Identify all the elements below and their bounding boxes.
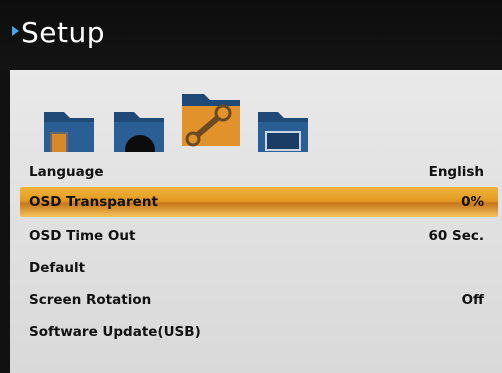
sound-folder-icon[interactable] — [114, 112, 164, 152]
menu-row-osd-time-out[interactable]: OSD Time Out 60 Sec. — [20, 221, 498, 251]
menu-row-language[interactable]: Language English — [20, 157, 498, 187]
menu-row-label: OSD Transparent — [29, 194, 158, 210]
setup-folder-icon[interactable] — [182, 94, 240, 147]
menu-row-value: 0% — [461, 194, 484, 210]
menu-row-value: Off — [461, 292, 484, 308]
picture-folder-icon[interactable] — [44, 112, 94, 152]
menu-row-label: Language — [29, 164, 104, 180]
menu-row-screen-rotation[interactable]: Screen Rotation Off — [20, 285, 498, 315]
menu-row-label: Software Update(USB) — [29, 324, 201, 340]
menu-row-label: Default — [29, 260, 86, 276]
menu-row-value: 60 Sec. — [428, 228, 485, 244]
page-title: Setup — [21, 16, 105, 49]
menu-row-value: English — [428, 164, 484, 180]
menu-row-software-update[interactable]: Software Update(USB) — [20, 317, 498, 347]
category-tabs — [44, 94, 308, 152]
menu-row-osd-transparent[interactable]: OSD Transparent 0% — [20, 187, 498, 217]
screen-folder-icon[interactable] — [258, 112, 308, 152]
menu-row-label: OSD Time Out — [29, 228, 136, 244]
title-bar: Setup — [0, 0, 502, 70]
title-marker-icon — [12, 26, 19, 36]
menu-row-label: Screen Rotation — [29, 292, 152, 308]
panel-edge — [0, 70, 10, 373]
settings-list: Language English OSD Transparent 0% OSD … — [20, 155, 500, 373]
menu-row-default[interactable]: Default — [20, 253, 498, 283]
setup-screen: Setup Language English OSD Transparent 0… — [0, 0, 502, 373]
